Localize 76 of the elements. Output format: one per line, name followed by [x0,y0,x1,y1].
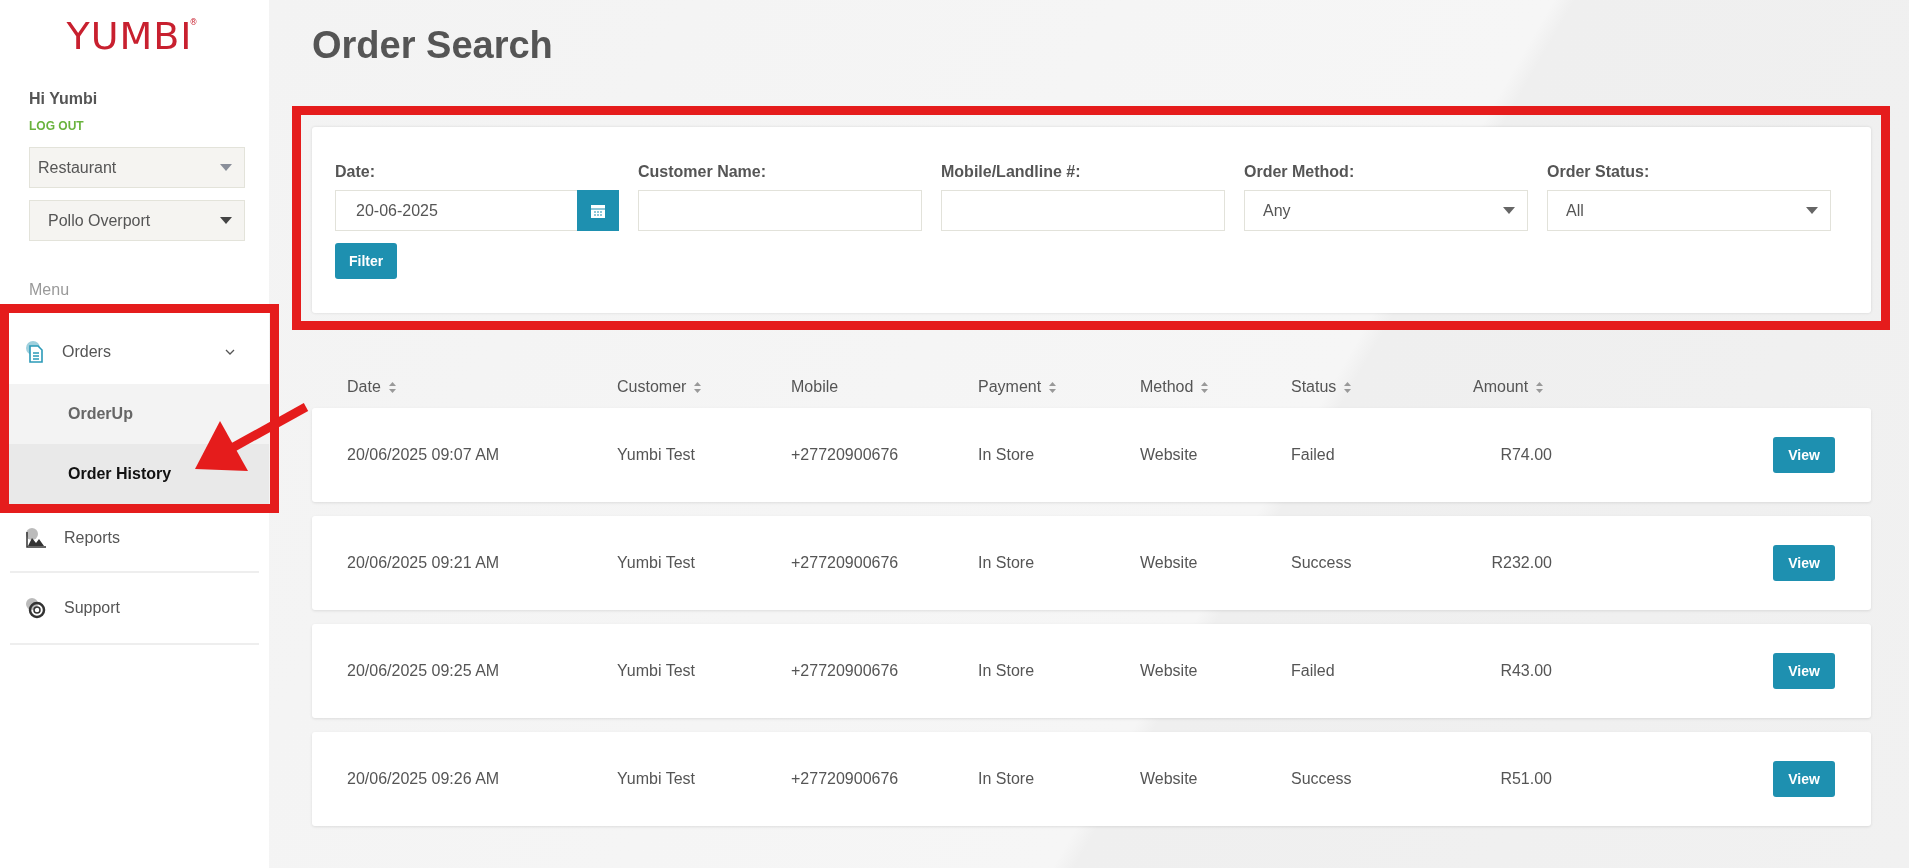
select-field[interactable]: Pollo Overport [29,200,245,241]
field-label: Mobile/Landline #: [941,163,1082,181]
view-button[interactable]: View [1773,653,1835,689]
select-field[interactable]: Any [1244,190,1528,231]
calendar-icon [591,203,605,218]
page-title: Order Search [312,23,554,68]
menu-item[interactable]: Reports [10,504,259,573]
caret-icon [220,217,232,224]
select-field[interactable]: All [1547,190,1831,231]
caret-icon [1806,207,1818,214]
table-cell-text: +27720900676 [791,554,900,572]
column-header[interactable]: Amount [1473,378,1529,396]
submenu-item[interactable]: OrderUp [9,384,269,444]
calendar-button[interactable] [577,190,619,231]
column-header[interactable]: Customer [617,378,687,396]
sort-icon [1344,381,1352,393]
table-cell-text: In Store [978,446,1036,464]
date-field[interactable]: 20-06-2025 [335,190,578,231]
view-button[interactable]: View [1773,437,1835,473]
table-cell-text: Success [1291,770,1353,788]
lifebuoy-icon [25,597,47,619]
menu-item[interactable]: Orders [0,319,259,384]
sort-icon [694,381,702,393]
column-header[interactable]: Date [347,378,381,396]
select-field[interactable]: Restaurant [29,147,245,188]
table-cell-text: 20/06/2025 09:25 AM [347,662,501,680]
table-cell-text: Yumbi Test [617,770,696,788]
input-field[interactable] [941,190,1225,231]
table-cell-text: Website [1140,446,1199,464]
table-cell-text: In Store [978,554,1036,572]
table-cell-text: Failed [1291,446,1336,464]
table-cell-text: Website [1140,770,1199,788]
table-cell-text: 20/06/2025 09:07 AM [347,446,501,464]
table-cell-text: In Store [978,770,1036,788]
column-header: Mobile [791,378,839,396]
table-cell-text: 20/06/2025 09:21 AM [347,554,501,572]
sort-icon [388,381,396,393]
table-cell-text: R74.00 [1499,446,1552,464]
table-cell-text: Website [1140,554,1199,572]
caret-icon [1503,207,1515,214]
view-button[interactable]: View [1773,761,1835,797]
field-label: Order Method: [1244,163,1356,181]
table-cell-text: R43.00 [1499,662,1552,680]
table-cell-text: Website [1140,662,1199,680]
table-cell-text: Yumbi Test [617,662,696,680]
input-field[interactable] [638,190,922,231]
chart-icon [25,527,47,548]
table-cell-text: R232.00 [1490,554,1552,572]
table-cell-text: Yumbi Test [617,554,696,572]
column-header[interactable]: Method [1140,378,1194,396]
field-label: Order Status: [1547,163,1651,181]
filter-button[interactable]: Filter [335,243,398,279]
submenu-item[interactable]: Order History [9,444,269,504]
caret-icon [220,164,232,171]
column-header[interactable]: Payment [978,378,1042,396]
chevron-icon [225,348,235,355]
menu-item[interactable]: Support [10,573,259,645]
table-cell-text: +27720900676 [791,446,900,464]
sort-icon [1201,381,1209,393]
field-label: Date: [335,163,376,181]
document-icon [25,340,45,363]
sort-icon [1049,381,1057,393]
table-cell-text: +27720900676 [791,662,900,680]
column-header[interactable]: Status [1291,378,1337,396]
table-cell-text: Failed [1291,662,1336,680]
table-cell-text: +27720900676 [791,770,900,788]
table-cell-text: 20/06/2025 09:26 AM [347,770,501,788]
table-cell-text: In Store [978,662,1036,680]
table-cell-text: Yumbi Test [617,446,696,464]
table-cell-text: Success [1291,554,1353,572]
view-button[interactable]: View [1773,545,1835,581]
menu-heading: Menu [29,281,71,299]
sort-icon [1536,381,1544,393]
table-cell-text: R51.00 [1499,770,1552,788]
greeting: Hi Yumbi [29,90,99,108]
field-label: Customer Name: [638,163,768,181]
